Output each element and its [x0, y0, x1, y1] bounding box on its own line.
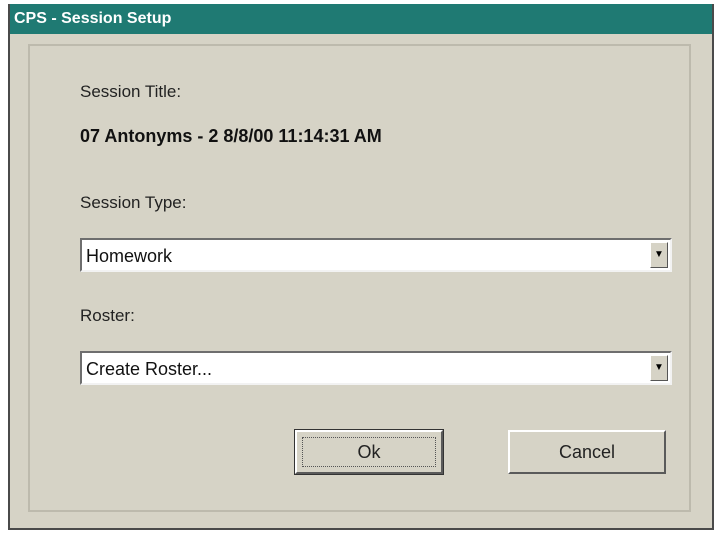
roster-dropdown-button[interactable]: ▼: [650, 355, 668, 381]
dialog-body: Session Title: 07 Antonyms - 2 8/8/00 11…: [28, 44, 691, 512]
session-type-label: Session Type:: [80, 193, 187, 212]
focus-rectangle: [302, 437, 436, 467]
roster-label: Roster:: [80, 306, 135, 325]
chevron-down-icon: ▼: [654, 249, 664, 260]
session-type-dropdown-button[interactable]: ▼: [650, 242, 668, 268]
cancel-button[interactable]: Cancel: [508, 430, 666, 474]
session-type-select[interactable]: Homework ▼: [80, 238, 672, 272]
roster-selected-value: Create Roster...: [86, 359, 213, 379]
session-title-value: 07 Antonyms - 2 8/8/00 11:14:31 AM: [80, 126, 382, 146]
chevron-down-icon: ▼: [654, 362, 664, 373]
cancel-button-label: Cancel: [558, 442, 616, 462]
session-title-label: Session Title:: [80, 82, 182, 101]
session-setup-window: CPS - Session Setup Session Title: 07 An…: [8, 4, 714, 530]
window-titlebar[interactable]: CPS - Session Setup: [10, 4, 712, 34]
session-type-selected-value: Homework: [86, 246, 173, 266]
roster-select[interactable]: Create Roster... ▼: [80, 351, 672, 385]
window-title: CPS - Session Setup: [14, 10, 172, 27]
ok-button[interactable]: Ok: [294, 429, 444, 475]
